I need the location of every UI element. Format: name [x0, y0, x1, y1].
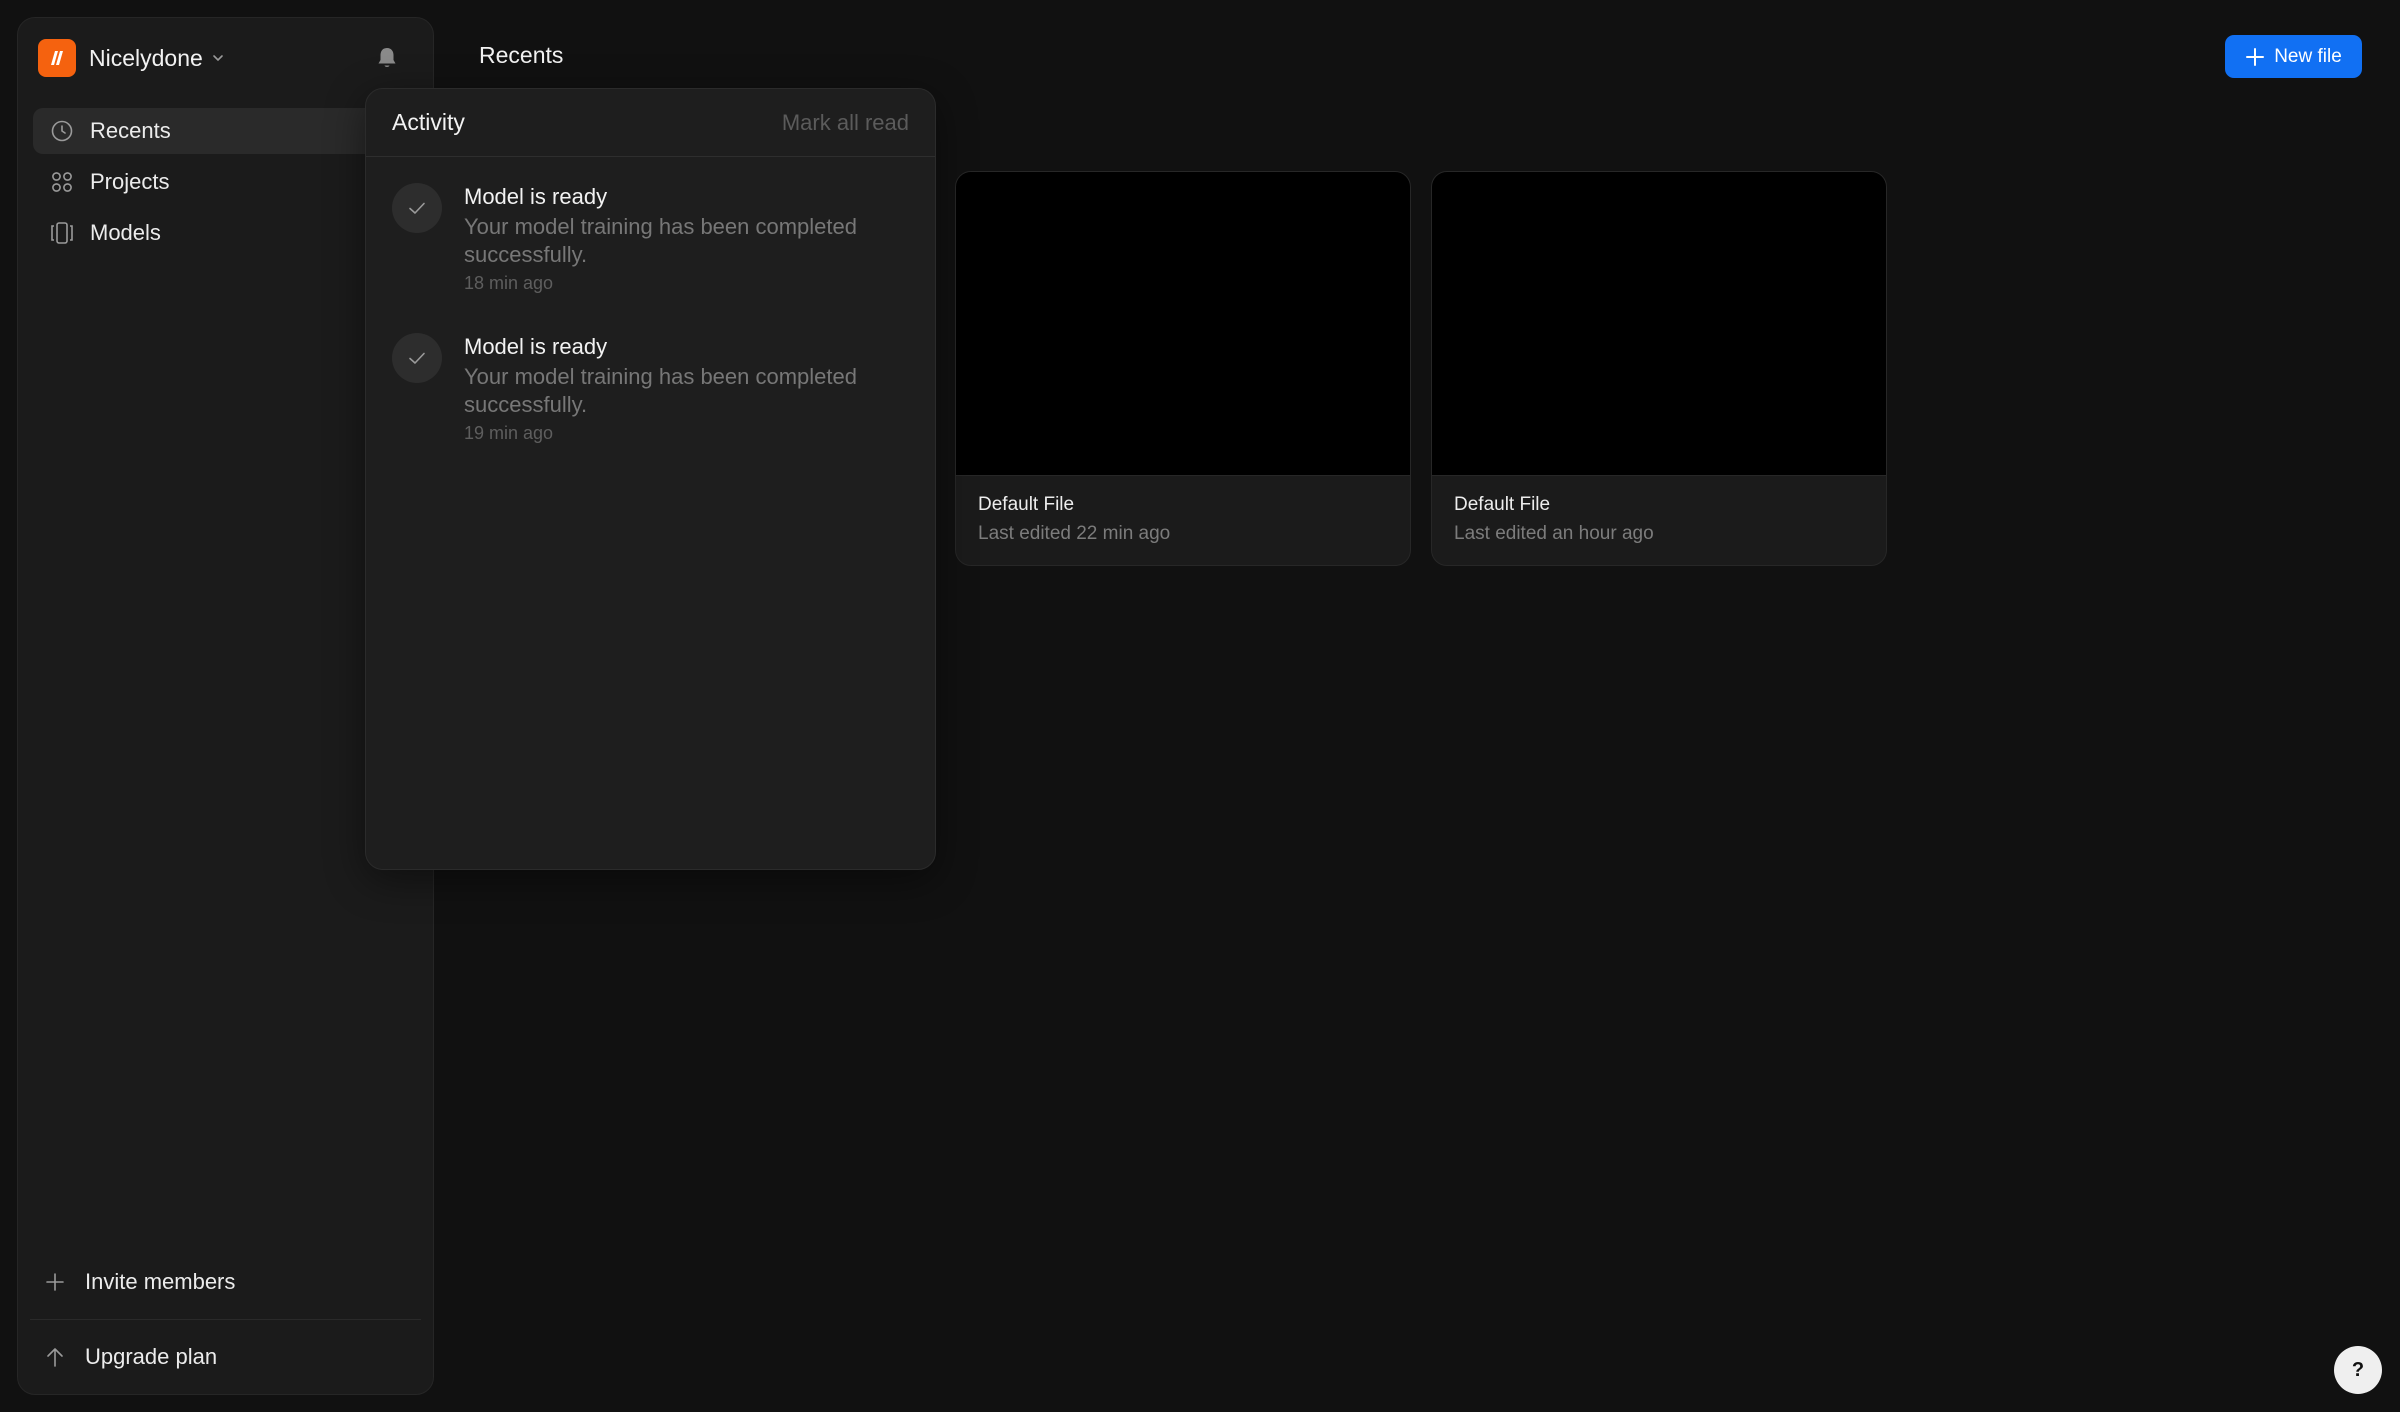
- notification-item[interactable]: Model is ready Your model training has b…: [366, 333, 935, 444]
- grid-icon: [49, 169, 75, 195]
- activity-popover: Activity Mark all read Model is ready Yo…: [365, 88, 936, 870]
- activity-title: Activity: [392, 109, 465, 135]
- notification-time: 18 min ago: [464, 273, 554, 293]
- chevron-down-icon: [211, 51, 225, 65]
- notification-body: Your model training has been completed s…: [464, 214, 858, 267]
- page-title: Recents: [479, 42, 564, 68]
- new-file-button[interactable]: New file: [2225, 35, 2362, 78]
- check-icon: [392, 333, 442, 383]
- sidebar-item-label: Models: [90, 220, 161, 245]
- check-icon: [392, 183, 442, 233]
- file-card[interactable]: Default File Last edited an hour ago: [1431, 171, 1887, 566]
- sidebar-item-label: Projects: [90, 169, 170, 194]
- file-last-edited: Last edited an hour ago: [1454, 523, 1654, 544]
- sidebar-footer: Invite members Upgrade plan: [18, 1245, 433, 1394]
- file-thumbnail: [956, 172, 1410, 476]
- notification-title: Model is ready: [464, 334, 608, 359]
- upgrade-plan-button[interactable]: Upgrade plan: [18, 1320, 433, 1394]
- notification-title: Model is ready: [464, 184, 608, 209]
- invite-members-label: Invite members: [85, 1269, 236, 1294]
- help-button[interactable]: ?: [2334, 1346, 2382, 1394]
- file-thumbnail: [1432, 172, 1886, 476]
- workspace-name: Nicelydone: [89, 44, 203, 71]
- activity-header: Activity Mark all read: [366, 89, 935, 157]
- new-file-label: New file: [2274, 45, 2342, 67]
- app-root: Nicelydone Recents Projects Models Invit…: [0, 0, 2400, 1412]
- file-last-edited: Last edited 22 min ago: [978, 523, 1171, 544]
- clock-icon: [49, 118, 75, 144]
- notification-time: 19 min ago: [464, 423, 554, 443]
- upgrade-plan-label: Upgrade plan: [85, 1344, 218, 1369]
- sidebar-item-projects[interactable]: Projects: [33, 159, 418, 205]
- sidebar-item-recents[interactable]: Recents: [33, 108, 418, 154]
- sidebar-item-models[interactable]: Models: [33, 210, 418, 256]
- notification-body: Your model training has been completed s…: [464, 364, 858, 417]
- mark-all-read-button[interactable]: Mark all read: [782, 110, 909, 136]
- workspace-switcher[interactable]: Nicelydone: [38, 38, 413, 78]
- notification-item[interactable]: Model is ready Your model training has b…: [366, 183, 935, 294]
- plus-icon: [2245, 47, 2265, 67]
- invite-members-button[interactable]: Invite members: [18, 1245, 433, 1319]
- models-icon: [49, 220, 75, 246]
- plus-icon: [43, 1270, 67, 1294]
- workspace-logo: [38, 39, 76, 77]
- file-card[interactable]: Default File Last edited 22 min ago: [955, 171, 1411, 566]
- file-name: Default File: [1454, 494, 1551, 515]
- file-name: Default File: [978, 494, 1075, 515]
- sidebar-nav: Recents Projects Models: [33, 108, 418, 261]
- sidebar-item-label: Recents: [90, 118, 171, 143]
- bell-icon[interactable]: [373, 44, 401, 72]
- arrow-up-icon: [43, 1345, 67, 1369]
